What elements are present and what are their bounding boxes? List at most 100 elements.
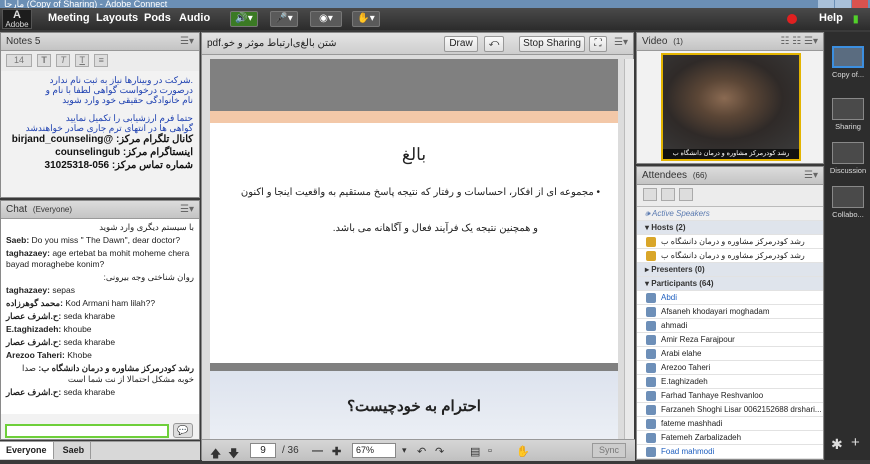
notes-body[interactable]: .شرکت در وبینارها نیاز به ثبت نام ندارد … — [1, 71, 199, 176]
chat-tab-everyone[interactable]: Everyone — [0, 442, 54, 459]
video-header: Video (1) ☷ ☷ ☰▾ — [637, 33, 823, 51]
participant-row[interactable]: Amir Reza Farajpour — [637, 333, 823, 347]
menu-pods[interactable]: Pods — [144, 12, 171, 24]
layout-discussion[interactable]: Discussion — [828, 142, 868, 175]
draw-button[interactable]: Draw — [444, 36, 478, 52]
chat-messages: با سیستم دیگری وارد شوید Saeb: Do you mi… — [1, 219, 199, 414]
chat-scope: (Everyone) — [32, 205, 73, 214]
bullet-list-icon[interactable]: ≡ — [94, 54, 109, 67]
user-icon — [646, 293, 656, 303]
close-window-button[interactable] — [852, 0, 868, 8]
participants-section[interactable]: ▾ Participants (64) — [637, 277, 823, 291]
note-line: کانال تلگرام مرکز: @birjand_counseling — [11, 134, 193, 145]
previous-page-icon[interactable]: 🡅 — [210, 445, 221, 464]
attendees-title: Attendees — [642, 170, 688, 181]
participant-row[interactable]: Foad mahmodi — [637, 445, 823, 459]
participant-row[interactable]: fateme mashhadi — [637, 417, 823, 431]
webcam-icon[interactable]: ◉▾ — [310, 11, 342, 27]
fit-width-icon[interactable]: ▤ — [470, 445, 480, 458]
layout-thumbnail — [832, 186, 864, 208]
slide-title: بالغ — [401, 145, 427, 164]
menu-meeting[interactable]: Meeting — [48, 12, 90, 24]
send-message-icon[interactable]: 💬 — [173, 423, 193, 438]
hosts-section[interactable]: ▾ Hosts (2) — [637, 221, 823, 235]
settings-icon[interactable]: ✱ — [831, 436, 843, 453]
user-icon — [646, 391, 656, 401]
document-viewer[interactable]: بالغ • مجموعه ای از افکار، احساسات و رفت… — [210, 59, 618, 439]
chat-message: ح.اشرف عصار: seda kharabe — [6, 387, 116, 397]
raise-hand-icon[interactable]: ✋▾ — [352, 11, 380, 27]
participant-row[interactable]: ahmadi — [637, 319, 823, 333]
chat-message: ح.اشرف عصار: seda kharabe — [6, 311, 116, 321]
pointer-icon[interactable]: ⤺ — [484, 36, 504, 52]
participant-row[interactable]: Afsaneh khodayari moghadam — [637, 305, 823, 319]
presenter-only-icon[interactable]: ✋ — [516, 445, 530, 458]
chat-tab-saeb[interactable]: Saeb — [57, 442, 92, 459]
participant-row[interactable]: Abdi — [637, 291, 823, 305]
participant-row[interactable]: Arabi elahe — [637, 347, 823, 361]
chat-message: taghazaey: age ertebat ba mohit moheme c… — [6, 248, 190, 269]
share-header: pdf.شتن بالغ‌ی‌ارتباط موثر و خو Draw ⤺ S… — [202, 33, 633, 55]
document-scrollbar[interactable] — [624, 59, 634, 439]
host-row[interactable]: رشد کودرمرکز مشاوره و درمان دانشگاه ب — [637, 235, 823, 249]
sync-button[interactable]: Sync — [592, 443, 626, 458]
list-view-icon[interactable] — [643, 188, 657, 201]
microphone-icon[interactable]: 🎤▾ — [270, 11, 298, 27]
menu-help[interactable]: Help — [819, 12, 843, 24]
next-page-icon[interactable]: 🡇 — [228, 445, 239, 464]
participant-row[interactable]: Arezoo Taheri — [637, 361, 823, 375]
add-layout-icon[interactable]: + — [851, 434, 860, 451]
speaker-icon[interactable]: 🔊▾ — [230, 11, 258, 27]
pod-menu-icon[interactable]: ☷ ☷ ☰▾ — [781, 33, 818, 51]
status-icon[interactable] — [679, 188, 694, 201]
layouts-rail: Copy of... Sharing Discussion Collabo...… — [825, 32, 870, 460]
font-size-select[interactable]: 14 — [6, 54, 32, 67]
grid-view-icon[interactable] — [661, 188, 676, 201]
layout-sharing[interactable]: Sharing — [828, 98, 868, 131]
video-feed[interactable]: رشد کودرمرکز مشاوره و درمان دانشگاه ب — [661, 53, 801, 161]
pod-menu-icon[interactable]: ☰▾ — [180, 33, 194, 51]
zoom-in-icon[interactable]: ✚ — [332, 445, 341, 458]
undo-icon[interactable]: ↶ — [417, 445, 426, 458]
menu-audio[interactable]: Audio — [179, 12, 210, 24]
participant-row[interactable]: E.taghizadeh — [637, 375, 823, 389]
webcam-image — [663, 55, 799, 151]
participant-row[interactable]: Farhad Tanhaye Reshvanloo — [637, 389, 823, 403]
chat-input[interactable] — [5, 424, 169, 438]
zoom-select[interactable]: 67% — [352, 443, 396, 458]
note-line: نام خانوادگی حقیقی خود وارد شوید — [62, 95, 193, 105]
document-title: pdf.شتن بالغ‌ی‌ارتباط موثر و خو — [207, 38, 337, 49]
menu-layouts[interactable]: Layouts — [96, 12, 138, 24]
stop-sharing-button[interactable]: Stop Sharing — [519, 36, 585, 52]
notes-title: Notes 5 — [6, 36, 41, 47]
slide-accent-bar — [210, 111, 618, 123]
user-icon — [646, 433, 656, 443]
host-row[interactable]: رشد کودرمرکز مشاوره و درمان دانشگاه ب — [637, 249, 823, 263]
underline-icon[interactable]: T — [75, 54, 90, 67]
pod-menu-icon[interactable]: ☰▾ — [614, 37, 628, 48]
italic-icon[interactable]: T — [56, 54, 71, 67]
participant-row[interactable]: Fatemeh Zarbalizadeh — [637, 431, 823, 445]
chat-message: رشد کودرمرکز مشاوره و درمان دانشگاه ب: ص… — [21, 363, 194, 384]
zoom-dropdown-icon[interactable]: ▾ — [402, 445, 407, 456]
presenters-section[interactable]: ▸ Presenters (0) — [637, 263, 823, 277]
note-line: حتما فرم ارزشیابی را تکمیل نمایید — [65, 113, 193, 123]
fullscreen-icon[interactable]: ⛶ — [589, 36, 607, 52]
pod-menu-icon[interactable]: ☰▾ — [180, 201, 194, 219]
layout-copy-of-sharing[interactable]: Copy of... — [828, 46, 868, 79]
note-line: درصورت درخواست گواهی لطفا با نام و — [45, 85, 193, 95]
fit-page-icon[interactable]: ▫ — [488, 445, 492, 457]
note-line: گواهی ها در انتهای ترم جاری صادر خواهندش… — [25, 123, 193, 133]
window-title: مارجا (Copy of Sharing) - Adobe Connect — [4, 0, 168, 8]
note-line: .شرکت در وبینارها نیاز به ثبت نام ندارد — [49, 75, 193, 85]
layout-collaboration[interactable]: Collabo... — [828, 186, 868, 219]
redo-icon[interactable]: ↷ — [435, 445, 444, 458]
bold-icon[interactable]: T — [37, 54, 52, 67]
pod-menu-icon[interactable]: ☰▾ — [804, 167, 818, 185]
minimize-button[interactable] — [818, 0, 834, 8]
zoom-out-icon[interactable]: — — [312, 445, 323, 457]
participant-row[interactable]: Farzaneh Shoghi Lisar 0062152688 drshari… — [637, 403, 823, 417]
page-number-input[interactable]: 9 — [250, 443, 276, 458]
maximize-button[interactable] — [835, 0, 851, 8]
chat-message: روان شناختی وجه بیرونی: — [103, 272, 194, 282]
